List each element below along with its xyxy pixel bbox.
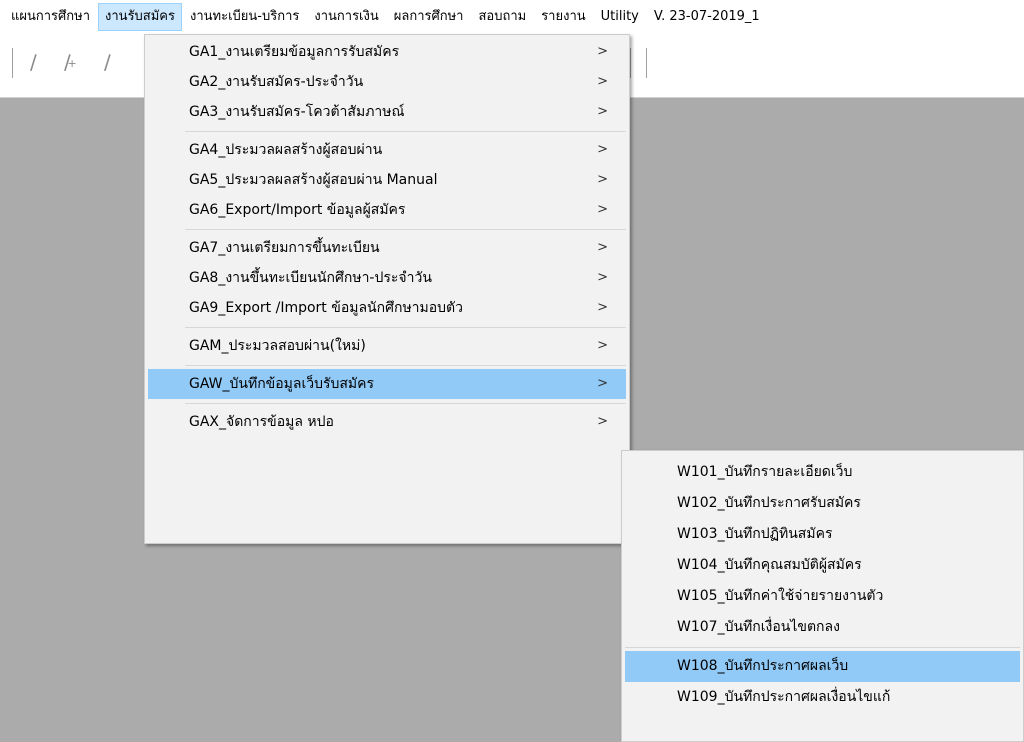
submenu-item-w101[interactable]: W101_บันทึกรายละเอียดเว็บ (625, 457, 1020, 488)
chevron-right-icon: > (597, 172, 608, 187)
submenu-item-w108[interactable]: W108_บันทึกประกาศผลเว็บ (625, 651, 1020, 682)
menu-bar: แผนการศึกษา งานรับสมัคร งานทะเบียน-บริกา… (0, 0, 1024, 34)
submenu-item-w105[interactable]: W105_บันทึกค่าใช้จ่ายรายงานตัว (625, 581, 1020, 612)
menu-item-ga1[interactable]: GA1_งานเตรียมข้อมูลการรับสมัคร > (148, 37, 626, 67)
toolbar-separator (646, 48, 647, 78)
menu-item-ga2[interactable]: GA2_งานรับสมัคร-ประจำวัน > (148, 67, 626, 97)
menu-item-ga9[interactable]: GA9_Export /Import ข้อมูลนักศึกษามอบตัว > (148, 293, 626, 323)
menu-item-label: W102_บันทึกประกาศรับสมัคร (677, 495, 861, 511)
admission-dropdown-menu: GA1_งานเตรียมข้อมูลการรับสมัคร > GA2_งานร… (144, 34, 630, 544)
gaw-submenu: W101_บันทึกรายละเอียดเว็บ W102_บันทึกประ… (621, 450, 1024, 742)
menu-item-label: GA9_Export /Import ข้อมูลนักศึกษามอบตัว (189, 300, 464, 316)
pencil-icon[interactable]: ∕ (104, 50, 111, 74)
menu-item-gam[interactable]: GAM_ประมวลสอบผ่าน(ใหม่) > (148, 331, 626, 361)
menu-item-label: W101_บันทึกรายละเอียดเว็บ (677, 464, 853, 480)
menu-item-label: W104_บันทึกคุณสมบัติผู้สมัคร (677, 557, 862, 573)
menu-item-ga3[interactable]: GA3_งานรับสมัคร-โควต้าสัมภาษณ์ > (148, 97, 626, 127)
menu-item-label: GAM_ประมวลสอบผ่าน(ใหม่) (189, 338, 366, 354)
version-label: V. 23-07-2019_1 (653, 9, 760, 24)
submenu-item-w102[interactable]: W102_บันทึกประกาศรับสมัคร (625, 488, 1020, 519)
menu-separator (185, 365, 626, 366)
menu-item-label: GA1_งานเตรียมข้อมูลการรับสมัคร (189, 44, 400, 60)
menu-separator (625, 647, 1020, 648)
menu-reports[interactable]: รายงาน (534, 3, 592, 31)
menu-item-ga8[interactable]: GA8_งานขึ้นทะเบียนนักศึกษา-ประจำวัน > (148, 263, 626, 293)
menu-item-label: GA3_งานรับสมัคร-โควต้าสัมภาษณ์ (189, 104, 405, 120)
menu-item-label: GA4_ประมวลผลสร้างผู้สอบผ่าน (189, 142, 383, 158)
submenu-item-w107[interactable]: W107_บันทึกเงื่อนไขตกลง (625, 612, 1020, 643)
submenu-item-w104[interactable]: W104_บันทึกคุณสมบัติผู้สมัคร (625, 550, 1020, 581)
menu-item-label: GAX_จัดการข้อมูล หปอ (189, 414, 334, 430)
chevron-right-icon: > (597, 44, 608, 59)
menu-separator (185, 131, 626, 132)
menu-study-results[interactable]: ผลการศึกษา (387, 3, 471, 31)
chevron-right-icon: > (597, 240, 608, 255)
menu-item-ga6[interactable]: GA6_Export/Import ข้อมูลผู้สมัคร > (148, 195, 626, 225)
menu-separator (185, 403, 626, 404)
submenu-item-w103[interactable]: W103_บันทึกปฏิทินสมัคร (625, 519, 1020, 550)
menu-item-gax[interactable]: GAX_จัดการข้อมูล หปอ > (148, 407, 626, 437)
menu-separator (185, 327, 626, 328)
menu-item-label: W103_บันทึกปฏิทินสมัคร (677, 526, 833, 542)
chevron-right-icon: > (597, 270, 608, 285)
menu-item-gaw[interactable]: GAW_บันทึกข้อมูลเว็บรับสมัคร > (148, 369, 626, 399)
menu-item-label: W105_บันทึกค่าใช้จ่ายรายงานตัว (677, 588, 884, 604)
menu-finance[interactable]: งานการเงิน (307, 3, 385, 31)
pencil-icon[interactable]: ∕ (30, 50, 37, 74)
menu-item-label: GAW_บันทึกข้อมูลเว็บรับสมัคร (189, 376, 375, 392)
menu-item-ga7[interactable]: GA7_งานเตรียมการขึ้นทะเบียน > (148, 233, 626, 263)
chevron-right-icon: > (597, 414, 608, 429)
menu-item-label: GA5_ประมวลผลสร้างผู้สอบผ่าน Manual (189, 172, 438, 188)
chevron-right-icon: > (597, 202, 608, 217)
menu-separator (185, 229, 626, 230)
chevron-right-icon: > (597, 104, 608, 119)
menu-item-label: W108_บันทึกประกาศผลเว็บ (677, 658, 849, 674)
toolbar-separator (630, 48, 631, 78)
menu-item-label: GA6_Export/Import ข้อมูลผู้สมัคร (189, 202, 406, 218)
chevron-right-icon: > (597, 376, 608, 391)
menu-item-label: GA2_งานรับสมัคร-ประจำวัน (189, 74, 364, 90)
toolbar-separator (12, 48, 13, 78)
chevron-right-icon: > (597, 142, 608, 157)
menu-inquiry[interactable]: สอบถาม (471, 3, 533, 31)
chevron-right-icon: > (597, 300, 608, 315)
menu-item-ga5[interactable]: GA5_ประมวลผลสร้างผู้สอบผ่าน Manual > (148, 165, 626, 195)
menu-utility[interactable]: Utility (594, 3, 646, 31)
pencil-add-icon[interactable]: ∕ + (64, 50, 77, 74)
chevron-right-icon: > (597, 338, 608, 353)
menu-item-label: W109_บันทึกประกาศผลเงื่อนไขแก้ (677, 689, 891, 705)
chevron-right-icon: > (597, 74, 608, 89)
menu-item-label: GA8_งานขึ้นทะเบียนนักศึกษา-ประจำวัน (189, 270, 432, 286)
menu-admission[interactable]: งานรับสมัคร (98, 3, 182, 31)
menu-study-plan[interactable]: แผนการศึกษา (4, 3, 97, 31)
submenu-item-w109[interactable]: W109_บันทึกประกาศผลเงื่อนไขแก้ (625, 682, 1020, 713)
menu-registration-services[interactable]: งานทะเบียน-บริการ (183, 3, 306, 31)
menu-item-label: W107_บันทึกเงื่อนไขตกลง (677, 619, 840, 635)
menu-item-label: GA7_งานเตรียมการขึ้นทะเบียน (189, 240, 380, 256)
menu-item-ga4[interactable]: GA4_ประมวลผลสร้างผู้สอบผ่าน > (148, 135, 626, 165)
